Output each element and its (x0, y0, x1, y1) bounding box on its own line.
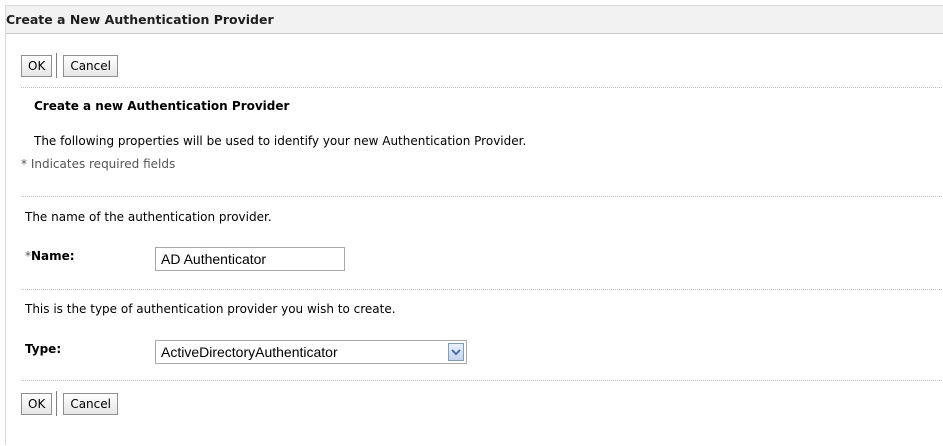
panel-title: Create a New Authentication Provider (6, 5, 943, 34)
type-select[interactable]: ActiveDirectoryAuthenticator (155, 340, 467, 364)
create-provider-panel: Create a New Authentication Provider OK … (5, 5, 943, 445)
chevron-down-icon[interactable] (448, 343, 464, 361)
required-fields-note: * Indicates required fields (21, 157, 176, 171)
top-button-bar: OK Cancel (21, 53, 118, 78)
ok-button-bottom[interactable]: OK (21, 392, 53, 415)
form-heading: Create a new Authentication Provider (34, 99, 290, 113)
ok-button-top[interactable]: OK (21, 54, 53, 77)
cancel-button-bottom[interactable]: Cancel (63, 392, 118, 415)
name-label-text: Name: (31, 249, 75, 263)
type-help-text: This is the type of authentication provi… (25, 302, 396, 316)
button-separator (56, 53, 58, 78)
type-label: Type: (25, 342, 62, 356)
divider (21, 196, 942, 197)
cancel-button-top[interactable]: Cancel (63, 54, 118, 77)
bottom-button-bar: OK Cancel (21, 391, 118, 416)
form-description: The following properties will be used to… (34, 134, 527, 148)
divider (21, 380, 942, 381)
name-help-text: The name of the authentication provider. (25, 210, 272, 224)
divider (21, 87, 942, 88)
button-separator (56, 391, 58, 416)
divider (21, 289, 942, 290)
name-label: *Name: (25, 249, 75, 263)
type-select-value: ActiveDirectoryAuthenticator (161, 344, 338, 360)
name-input[interactable]: AD Authenticator (155, 247, 345, 271)
